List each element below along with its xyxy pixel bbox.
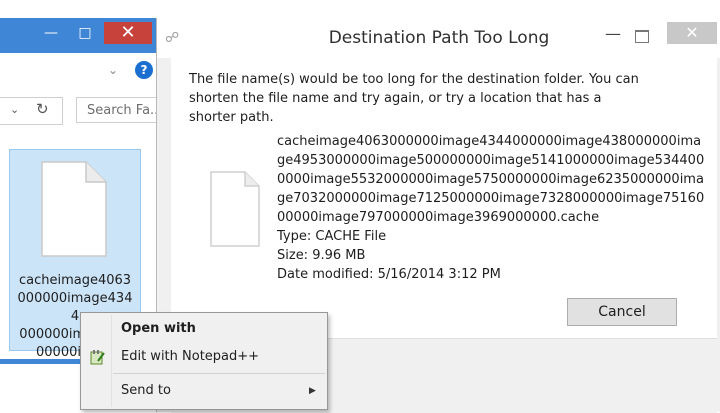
file-type: Type: CACHE File [277, 229, 387, 244]
dialog-content: The file name(s) would be too long for t… [171, 58, 717, 338]
dialog-maximize-button[interactable] [635, 30, 649, 43]
file-size: Size: 9.96 MB [277, 248, 366, 263]
menu-item-open-with[interactable]: Open with [81, 315, 327, 343]
file-full-name: cacheimage4063000000image4344000000image… [277, 134, 705, 225]
explorer-maximize-button[interactable]: □ [72, 22, 98, 44]
document-icon [210, 171, 260, 247]
refresh-icon[interactable]: ↻ [36, 100, 49, 118]
menu-item-edit-with-notepad[interactable]: Edit with Notepad++ [81, 343, 327, 371]
explorer-minimize-button[interactable]: — [38, 22, 64, 44]
context-menu: Open with Edit with Notepad++ Send to ▶ [80, 312, 328, 410]
cancel-button[interactable]: Cancel [567, 298, 677, 326]
search-input[interactable]: Search Fa... [76, 97, 158, 123]
menu-item-send-to[interactable]: Send to ▶ [81, 377, 327, 405]
help-icon[interactable]: ? [135, 61, 153, 79]
menu-item-label: Open with [121, 321, 196, 336]
menu-separator [113, 373, 325, 374]
notepad-plus-icon [90, 350, 105, 365]
chevron-down-icon[interactable]: ⌄ [108, 63, 118, 77]
dialog-minimize-button[interactable]: — [605, 24, 621, 43]
menu-item-label: Edit with Notepad++ [121, 349, 260, 364]
address-bar[interactable]: ⌄ ↻ [0, 97, 63, 125]
file-date-modified: Date modified: 5/16/2014 3:12 PM [277, 267, 501, 282]
menu-item-label: Send to [121, 383, 171, 398]
chevron-down-icon[interactable]: ⌄ [10, 103, 19, 116]
dialog-titlebar: ☍ Destination Path Too Long — ✕ [157, 18, 720, 58]
explorer-close-button[interactable]: ✕ [104, 22, 152, 44]
dialog-message: The file name(s) would be too long for t… [189, 72, 639, 125]
ribbon-row: ⌄ ? [0, 59, 158, 87]
dialog-close-button[interactable]: ✕ [667, 22, 717, 44]
document-icon [41, 161, 107, 257]
submenu-arrow-icon: ▶ [309, 386, 316, 396]
file-info: cacheimage4063000000image4344000000image… [277, 132, 709, 284]
